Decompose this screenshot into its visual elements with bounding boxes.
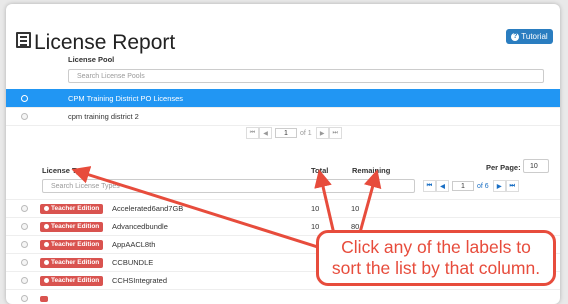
first-page-icon[interactable]: ⏮ — [246, 127, 259, 139]
teacher-edition-badge: Teacher Edition — [40, 257, 104, 268]
last-page-icon[interactable]: ⏭ — [505, 180, 519, 192]
next-page-icon[interactable]: ▶ — [315, 127, 329, 139]
remaining-header[interactable]: Remaining — [352, 166, 390, 175]
radio-icon — [21, 94, 28, 102]
next-page-icon[interactable]: ▶ — [492, 180, 506, 192]
pool-row[interactable]: cpm training district 2 — [6, 107, 560, 125]
teacher-edition-badge: Teacher Edition — [40, 221, 104, 232]
radio-icon — [21, 113, 28, 120]
prev-page-icon[interactable]: ◀ — [436, 180, 449, 192]
teacher-edition-badge: Teacher Edition — [40, 275, 104, 286]
apple-icon — [44, 242, 49, 247]
prev-page-icon[interactable]: ◀ — [259, 127, 272, 139]
pool-search-input[interactable]: Search License Pools — [68, 69, 544, 83]
last-page-icon[interactable]: ⏭ — [328, 127, 342, 139]
pool-row[interactable]: CPM Training District PO Licenses — [6, 89, 560, 107]
first-page-icon[interactable]: ⏮ — [423, 180, 436, 192]
apple-icon — [44, 260, 49, 265]
teacher-edition-badge: Teacher Edition — [40, 203, 104, 214]
license-type-row[interactable]: Teacher Edition Accelerated6and7GB 10 10 — [6, 199, 560, 217]
radio-icon — [21, 259, 28, 266]
radio-icon — [21, 241, 28, 248]
page-of-label: of 1 — [300, 129, 312, 137]
type-search-input[interactable]: Search License Types — [42, 179, 415, 193]
radio-icon — [21, 205, 28, 212]
radio-icon — [21, 277, 28, 284]
annotation-callout: Click any of the labels to sort the list… — [316, 230, 556, 286]
page-of-label: of 6 — [477, 182, 489, 190]
pool-pager: ⏮ ◀ 1 of 1 ▶ ⏭ — [246, 127, 342, 139]
teacher-edition-badge: Teacher Edition — [40, 239, 104, 250]
page-number-input[interactable]: 1 — [275, 128, 297, 138]
question-icon: ? — [511, 32, 520, 41]
apple-icon — [44, 278, 49, 283]
license-type-row[interactable] — [6, 289, 560, 304]
per-page-input[interactable]: 10 — [523, 159, 549, 173]
tutorial-button[interactable]: ? Tutorial — [506, 29, 553, 44]
apple-icon — [44, 206, 49, 211]
license-pool-header[interactable]: License Pool — [68, 55, 114, 64]
page-number-input[interactable]: 1 — [452, 181, 474, 191]
apple-icon — [44, 224, 49, 229]
total-header[interactable]: Total — [311, 166, 328, 175]
report-list-icon — [16, 32, 31, 48]
page-title: License Report — [34, 31, 176, 54]
radio-icon — [21, 223, 28, 230]
per-page-label: Per Page: — [486, 163, 521, 172]
license-type-header[interactable]: License Type — [42, 166, 89, 175]
divider — [6, 125, 560, 126]
type-pager: ⏮ ◀ 1 of 6 ▶ ⏭ — [423, 180, 519, 192]
